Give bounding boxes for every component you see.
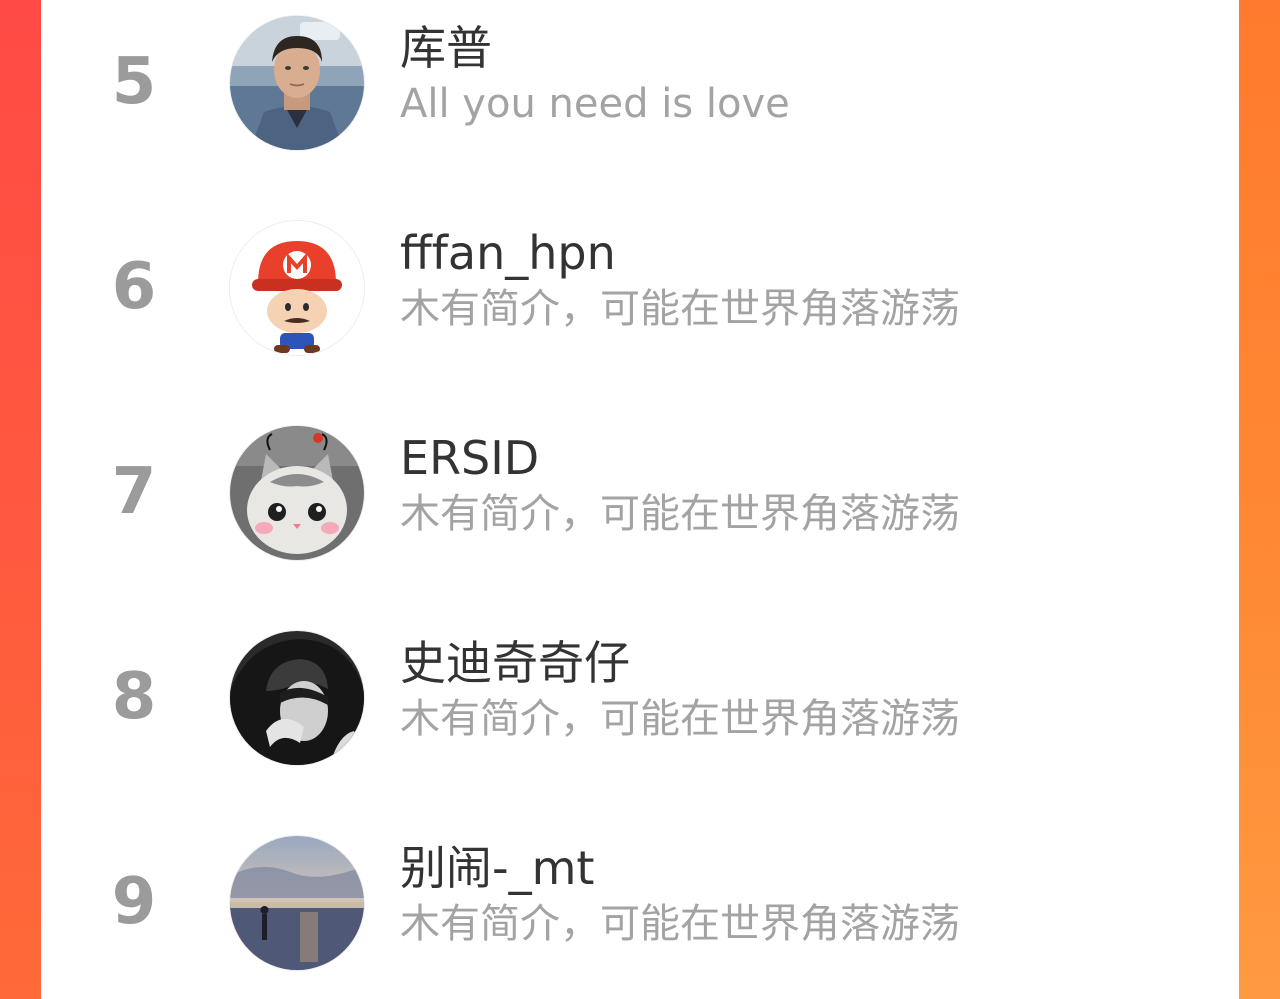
user-name: fffan_hpn: [400, 226, 616, 280]
rank-number: 8: [111, 660, 157, 734]
ranking-list: 5 库普 All you need is love 6 fffan_hpn 木有…: [41, 0, 1239, 999]
ranking-row-5[interactable]: 5 库普 All you need is love: [41, 0, 1239, 170]
man-portrait-avatar-icon[interactable]: [230, 16, 364, 150]
user-name: 别闹-_mt: [400, 841, 595, 895]
rank-number: 5: [111, 45, 157, 119]
right-gradient-frame: [1239, 0, 1280, 999]
user-name: ERSID: [400, 431, 540, 485]
user-bio: 木有简介，可能在世界角落游荡: [400, 696, 960, 742]
cat-avatar-icon[interactable]: [230, 426, 364, 560]
user-name: 库普: [400, 21, 492, 75]
ranking-row-7[interactable]: 7 ERSID 木有简介，可能在世界角落游荡: [41, 410, 1239, 580]
ranking-row-8[interactable]: 8 史迪奇奇仔 木有简介，可能在世界角落游荡: [41, 615, 1239, 785]
user-name: 史迪奇奇仔: [400, 636, 630, 690]
ranking-row-6[interactable]: 6 fffan_hpn 木有简介，可能在世界角落游荡: [41, 205, 1239, 375]
user-bio: 木有简介，可能在世界角落游荡: [400, 901, 960, 947]
rank-number: 9: [111, 865, 157, 939]
user-bio: 木有简介，可能在世界角落游荡: [400, 491, 960, 537]
left-gradient-frame: [0, 0, 41, 999]
user-bio: All you need is love: [400, 81, 790, 127]
ranking-row-9[interactable]: 9 别闹-_mt 木有简介，可能在世界角落游荡: [41, 820, 1239, 990]
hooded-person-avatar-icon[interactable]: [230, 631, 364, 765]
rank-number: 6: [111, 250, 157, 324]
beach-sunset-avatar-icon[interactable]: [230, 836, 364, 970]
rank-number: 7: [111, 455, 157, 529]
user-bio: 木有简介，可能在世界角落游荡: [400, 286, 960, 332]
mario-avatar-icon[interactable]: [230, 221, 364, 355]
